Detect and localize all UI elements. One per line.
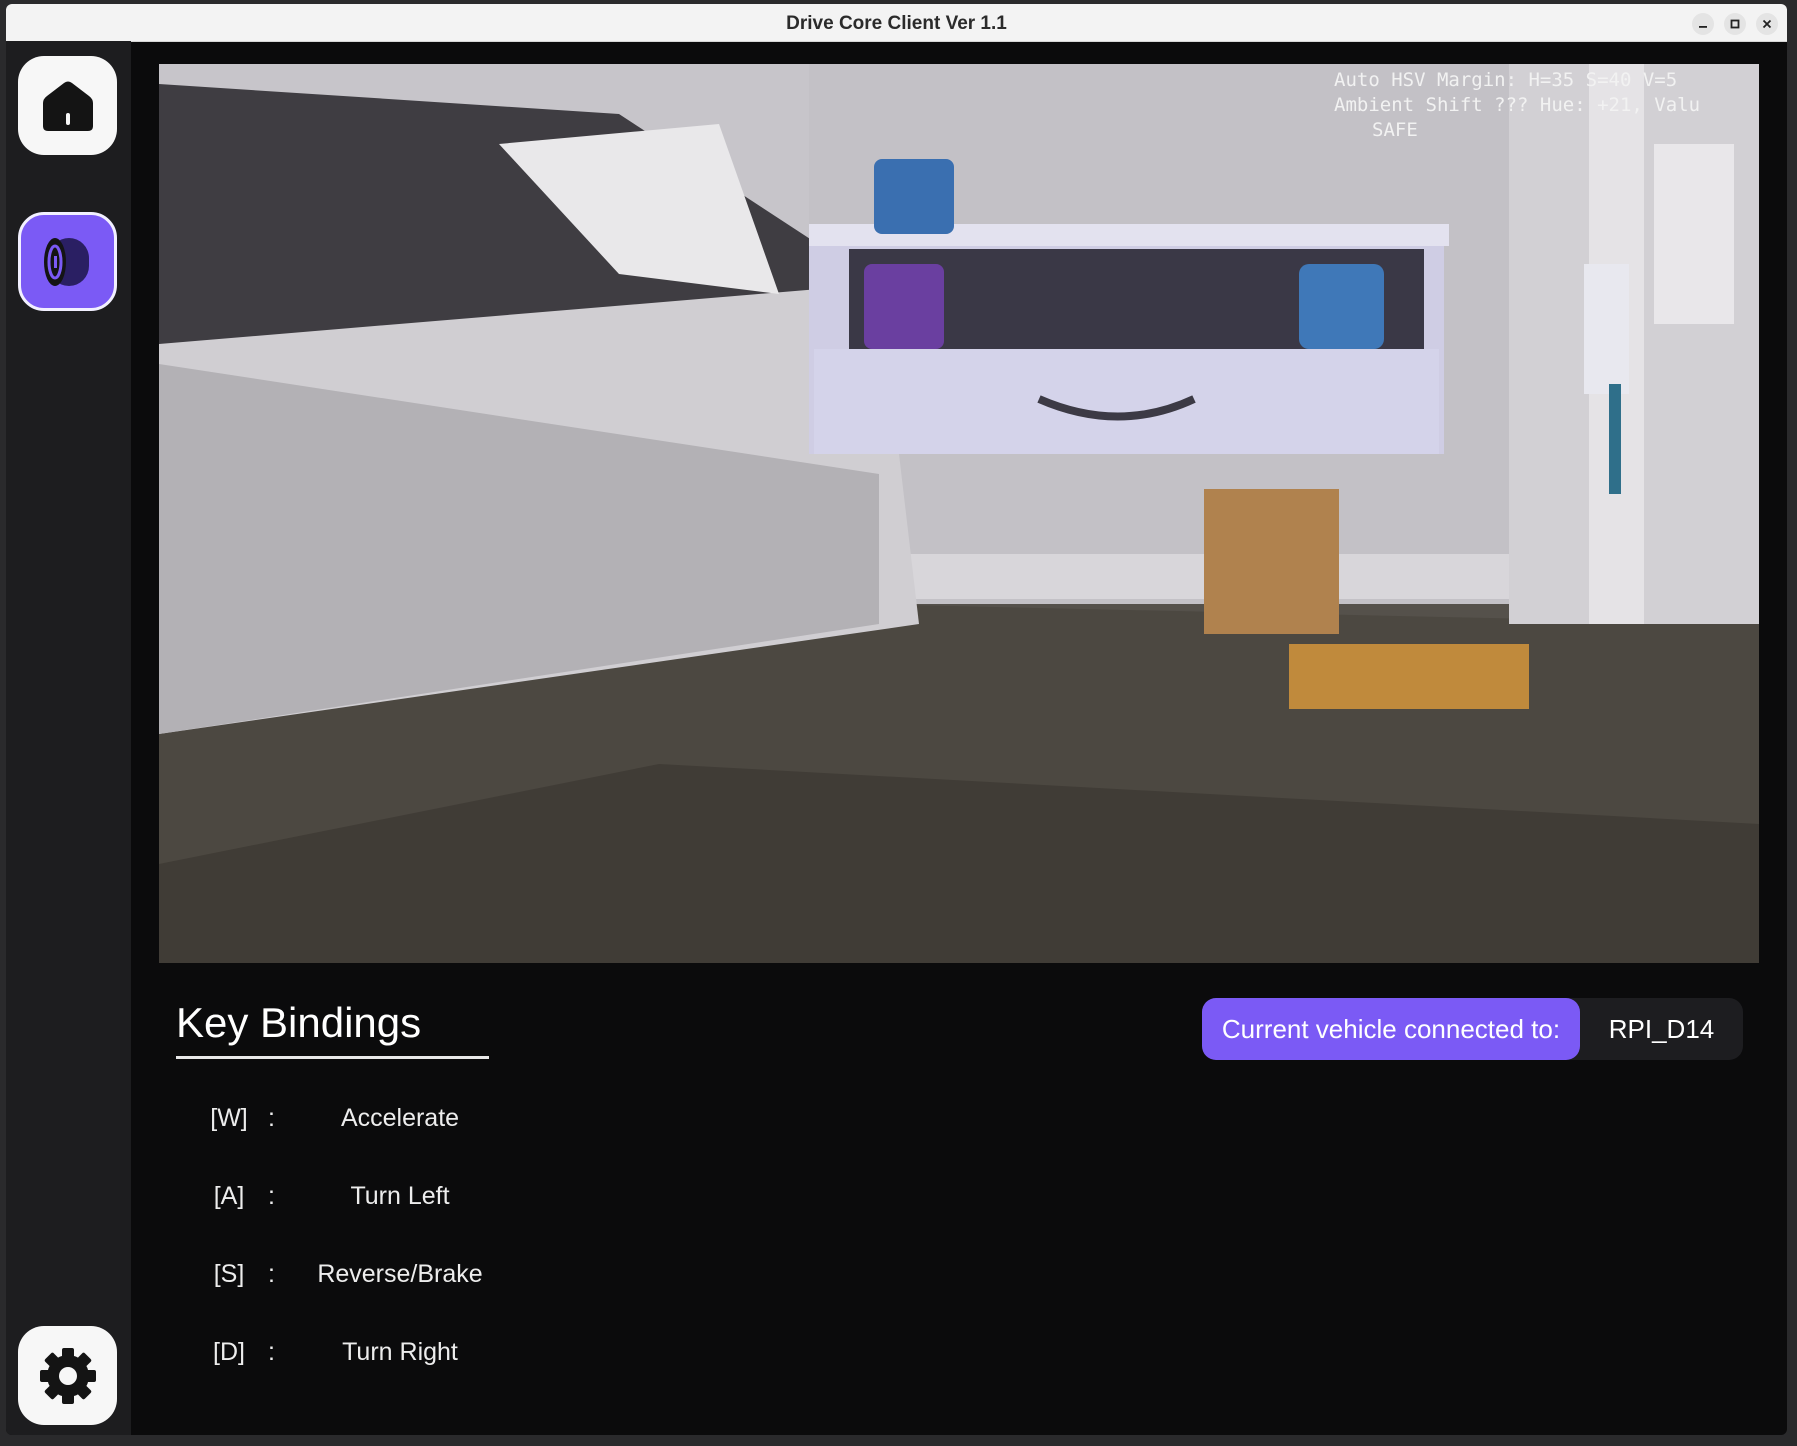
safety-status-text: SAFE — [1372, 119, 1418, 141]
key-separator: : — [268, 1260, 275, 1288]
maximize-button[interactable] — [1724, 13, 1746, 35]
key-separator: : — [268, 1104, 275, 1132]
sidebar — [6, 41, 131, 1435]
key-binding-row: [S] : Reverse/Brake — [6, 1260, 506, 1296]
sidebar-item-drive[interactable] — [18, 212, 117, 311]
key-action: Turn Left — [350, 1182, 450, 1210]
key-action: Turn Right — [342, 1338, 458, 1366]
key-label: [W] — [210, 1104, 248, 1132]
ambient-shift-text: Ambient Shift ??? Hue: +21, Valu — [1334, 94, 1701, 116]
hsv-margin-text: Auto HSV Margin: H=35 S=40 V=5 — [1334, 69, 1678, 91]
home-icon — [42, 81, 93, 131]
camera-scene — [159, 64, 1759, 963]
close-button[interactable] — [1756, 13, 1778, 35]
app-window: Drive Core Client Ver 1.1 Auto HSV Margi… — [6, 4, 1787, 1435]
key-binding-row: [A] : Turn Left — [6, 1182, 506, 1218]
connected-vehicle-name: RPI_D14 — [1608, 1014, 1715, 1044]
minimize-icon — [1699, 26, 1707, 28]
key-separator: : — [268, 1182, 275, 1210]
camera-feed: Auto HSV Margin: H=35 S=40 V=5 Ambient S… — [159, 64, 1759, 963]
key-action: Accelerate — [340, 1104, 460, 1132]
close-icon — [1762, 19, 1772, 29]
key-separator: : — [268, 1338, 275, 1366]
key-binding-row: [W] : Accelerate — [6, 1104, 506, 1140]
key-bindings-title: Key Bindings — [176, 999, 422, 1046]
key-bindings-underline — [176, 1056, 489, 1059]
connection-label: Current vehicle connected to: — [1202, 998, 1580, 1060]
key-label: [D] — [213, 1338, 245, 1366]
window-title: Drive Core Client Ver 1.1 — [786, 13, 1007, 34]
wheel-icon — [43, 237, 89, 286]
key-label: [A] — [213, 1182, 245, 1210]
minimize-button[interactable] — [1692, 13, 1714, 35]
key-action: Reverse/Brake — [317, 1260, 483, 1288]
maximize-icon — [1730, 19, 1740, 29]
sidebar-item-home[interactable] — [18, 56, 117, 155]
key-label: [S] — [213, 1260, 245, 1288]
title-bar[interactable]: Drive Core Client Ver 1.1 — [6, 4, 1787, 42]
vehicle-connection-pill: Current vehicle connected to: RPI_D14 — [1202, 998, 1743, 1060]
key-binding-row: [D] : Turn Right — [6, 1338, 506, 1374]
